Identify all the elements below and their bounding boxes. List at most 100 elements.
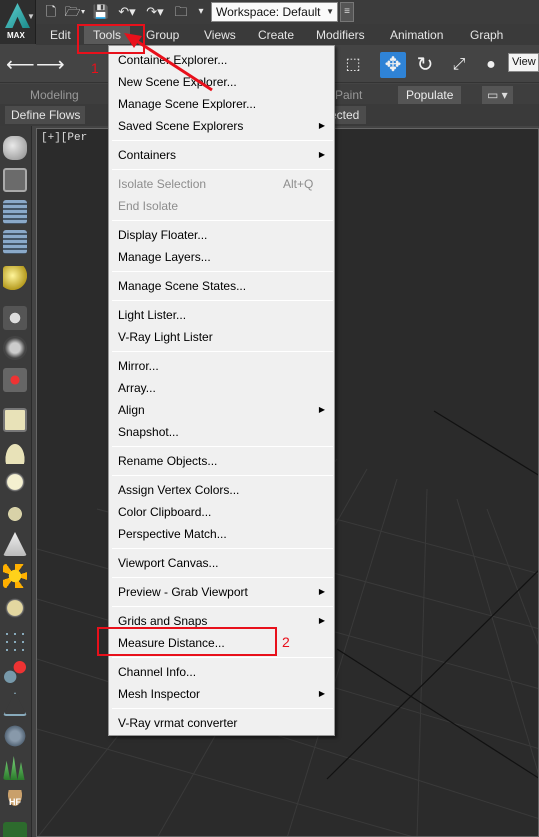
annotation-arrow-icon	[124, 33, 213, 92]
new-file-icon[interactable]: 🗋	[42, 4, 60, 20]
selected-panel[interactable]: ected	[330, 106, 366, 124]
submenu-arrow-icon: ▶	[318, 587, 325, 596]
reference-coordinate-dropdown[interactable]: View	[508, 53, 539, 72]
menu-item-label: Manage Scene States...	[118, 279, 247, 293]
hemisphere-icon[interactable]	[3, 440, 27, 464]
ribbon-tab-populate[interactable]: Populate	[398, 86, 462, 104]
menu-item-viewport-canvas[interactable]: Viewport Canvas...	[110, 552, 334, 574]
menu-item-rename-objects[interactable]: Rename Objects...	[110, 450, 334, 472]
ribbon-options-icon[interactable]: ▭ ▾	[482, 86, 513, 104]
pyramid-wire-icon[interactable]	[3, 692, 27, 716]
workspace-menu-icon[interactable]: ≡	[340, 2, 354, 22]
menu-item-preview-grab-viewport[interactable]: Preview - Grab Viewport ▶	[110, 581, 334, 603]
menu-item-label: Containers	[118, 148, 177, 162]
cone-icon[interactable]	[3, 532, 27, 556]
menu-edit[interactable]: Edit	[50, 26, 71, 44]
select-rotate-icon[interactable]: ↻	[412, 52, 438, 78]
undo-arrow-icon[interactable]: ⟵	[6, 52, 35, 78]
material-teapot-icon[interactable]	[3, 502, 27, 526]
menu-create[interactable]: Create	[258, 26, 294, 44]
menu-item-containers[interactable]: Containers ▶	[110, 144, 334, 166]
sphere-icon[interactable]	[3, 470, 27, 494]
light-bulb-icon[interactable]	[3, 266, 27, 290]
undo-icon[interactable]: ↶▾	[116, 4, 138, 20]
list-panel-icon[interactable]	[3, 200, 27, 224]
teapot-icon[interactable]	[3, 136, 27, 160]
ribbon-tab-paint[interactable]: Paint	[335, 86, 362, 104]
menu-item-label: Preview - Grab Viewport	[118, 585, 248, 599]
app-menu-button[interactable]: MAX ▼	[0, 0, 36, 44]
menu-item-label: Manage Layers...	[118, 250, 211, 264]
redo-icon[interactable]: ↷▾	[144, 4, 166, 20]
ribbon-tab-modeling[interactable]: Modeling	[30, 86, 79, 104]
grass-icon[interactable]	[3, 756, 25, 780]
open-folder-icon[interactable]: 🗁▾	[64, 4, 86, 20]
menu-item-manage-scene-states[interactable]: Manage Scene States...	[110, 275, 334, 297]
menu-item-label: Perspective Match...	[118, 527, 227, 541]
select-region-icon[interactable]: ⬚	[340, 52, 366, 78]
tree-icon[interactable]	[3, 822, 27, 837]
sun-icon[interactable]	[3, 564, 27, 588]
define-flows-panel[interactable]: Define Flows	[5, 106, 85, 124]
menu-separator	[112, 271, 333, 272]
menu-animation[interactable]: Animation	[390, 26, 443, 44]
menu-item-align[interactable]: Align ▶	[110, 399, 334, 421]
particles-icon[interactable]	[3, 630, 27, 654]
menu-item-label: Array...	[118, 381, 156, 395]
table-panel-icon[interactable]	[3, 230, 27, 254]
menu-item-manage-layers[interactable]: Manage Layers...	[110, 246, 334, 268]
select-scale-icon[interactable]: ⤢	[446, 52, 472, 78]
menu-separator	[112, 606, 333, 607]
menu-item-perspective-match[interactable]: Perspective Match...	[110, 523, 334, 545]
menu-item-snapshot[interactable]: Snapshot...	[110, 421, 334, 443]
camera-round-icon[interactable]	[3, 336, 27, 360]
chevron-down-icon: ▼	[27, 12, 35, 21]
menu-separator	[112, 577, 333, 578]
menu-item-display-floater[interactable]: Display Floater...	[110, 224, 334, 246]
menu-item-array[interactable]: Array...	[110, 377, 334, 399]
menu-item-vray-vrmat-converter[interactable]: V-Ray vrmat converter	[110, 712, 334, 734]
menu-item-end-isolate[interactable]: End Isolate	[110, 195, 334, 217]
save-icon[interactable]: 💾	[92, 4, 110, 20]
logo-text: MAX	[7, 31, 25, 40]
dome-light-icon[interactable]	[3, 596, 27, 620]
menu-item-assign-vertex-colors[interactable]: Assign Vertex Colors...	[110, 479, 334, 501]
redo-arrow-icon[interactable]: ⟶	[36, 52, 65, 78]
annotation-label-1: 1	[91, 60, 99, 76]
menu-item-color-clipboard[interactable]: Color Clipboard...	[110, 501, 334, 523]
menu-item-vray-light-lister[interactable]: V-Ray Light Lister	[110, 326, 334, 348]
menu-item-light-lister[interactable]: Light Lister...	[110, 304, 334, 326]
workspace-dropdown[interactable]: Workspace: Default ▼	[211, 2, 338, 22]
workspace-label: Workspace: Default	[216, 5, 321, 19]
project-folder-icon[interactable]: 🗀	[172, 4, 190, 20]
menu-item-label: Manage Scene Explorer...	[118, 97, 257, 111]
menu-separator	[112, 475, 333, 476]
camera-icon[interactable]	[3, 306, 27, 330]
chevron-down-icon: ▼	[326, 7, 334, 16]
menu-item-isolate-selection[interactable]: Isolate Selection Alt+Q	[110, 173, 334, 195]
select-move-icon[interactable]: ✥	[380, 52, 406, 78]
menu-separator	[112, 220, 333, 221]
menu-item-channel-info[interactable]: Channel Info...	[110, 661, 334, 683]
plane-icon[interactable]	[3, 408, 27, 432]
quick-access-dropdown-icon[interactable]: ▾	[194, 4, 208, 20]
menu-item-label: V-Ray Light Lister	[118, 330, 213, 344]
menu-separator	[112, 548, 333, 549]
menu-modifiers[interactable]: Modifiers	[316, 26, 365, 44]
reference-coordinate-icon[interactable]: ●	[478, 52, 504, 78]
render-frame-icon[interactable]	[3, 168, 27, 192]
menu-item-mirror[interactable]: Mirror...	[110, 355, 334, 377]
menu-item-mesh-inspector[interactable]: Mesh Inspector ▶	[110, 683, 334, 705]
menu-separator	[112, 140, 333, 141]
menu-item-saved-scene-explorers[interactable]: Saved Scene Explorers ▶	[110, 115, 334, 137]
menu-item-label: Grids and Snaps	[118, 614, 208, 628]
gear-icon[interactable]	[3, 724, 27, 748]
hair-fur-icon[interactable]: HF	[3, 790, 27, 814]
video-camera-icon[interactable]	[3, 368, 27, 392]
molecule-icon[interactable]	[3, 660, 27, 684]
menu-graph-editors[interactable]: Graph Editors	[470, 26, 539, 60]
menu-item-label: Saved Scene Explorers	[118, 119, 244, 133]
submenu-arrow-icon: ▶	[318, 150, 325, 159]
menu-item-label: V-Ray vrmat converter	[118, 716, 238, 730]
annotation-box-measure-distance	[97, 627, 277, 656]
